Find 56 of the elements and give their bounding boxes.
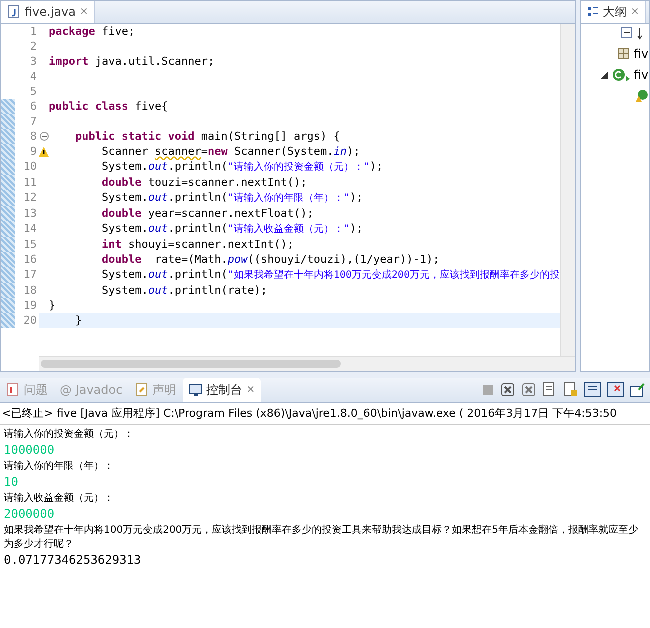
remove-all-icon[interactable] [521, 382, 537, 398]
close-icon[interactable]: ✕ [80, 6, 88, 18]
view-tab[interactable]: 声明 [128, 378, 183, 402]
horizontal-scrollbar[interactable] [39, 356, 575, 371]
code-line: Scanner scanner=new Scanner(System.in); [100, 144, 362, 159]
user-input-text: 2000000 [4, 507, 56, 521]
view-tab[interactable]: 问题 [0, 378, 54, 402]
remove-launch-icon[interactable] [500, 382, 516, 398]
line-number: 20 [15, 313, 39, 328]
code-line: System.out.println("请输入你的投资金额（元）："); [100, 159, 384, 175]
code-line: System.out.println("请输入收益金额（元）："); [100, 221, 364, 237]
console-output: 如果我希望在十年内将100万元变成200万元，应该找到报酬率在多少的投资工具来帮助我达成目标？如果想在5年后本金翻倍，报酬率就应至少为多少才行呢？ [4, 524, 640, 551]
view-tab[interactable]: 控制台 ✕ [182, 378, 262, 402]
code-line: System.out.println(rate); [100, 283, 269, 298]
code-line: System.out.println("如果我希望在十年内将100万元变成200万元，应该找到报酬率在多少的投 [100, 267, 560, 283]
close-icon[interactable]: ✕ [246, 384, 256, 396]
close-icon[interactable]: ✕ [631, 6, 640, 18]
method-icon [635, 89, 649, 103]
user-input-text: 10 [4, 475, 20, 489]
code-line: import java.util.Scanner; [49, 54, 216, 69]
code-line: public static void main(String[] args) { [74, 129, 342, 144]
outline-item[interactable]: fiv [634, 68, 649, 82]
outline-icon [587, 6, 599, 18]
problems-icon [6, 383, 20, 397]
console-header: <已终止> five [Java 应用程序] C:\Program Files (x86)\Java\jre1.8.0_60\bin\javaw.exe ( 2016年3月17日 下午4:53:50 [0, 403, 650, 425]
class-icon [611, 67, 631, 83]
user-input-text: 1000000 [4, 443, 56, 457]
pin-icon[interactable] [630, 382, 646, 398]
scroll-lock-icon[interactable] [563, 382, 579, 398]
imports-icon [617, 47, 631, 61]
show-console-icon[interactable] [584, 382, 602, 398]
code-line: package five; [49, 24, 136, 39]
code-line: double year=scanner.nextFloat(); [100, 206, 315, 221]
code-line: int shouyi=scanner.nextInt(); [100, 237, 296, 252]
console-output: 请输入你的年限（年）： [4, 460, 115, 473]
java-file-icon [7, 5, 21, 19]
code-line: public class five{ [49, 99, 170, 114]
editor-tab[interactable]: five.java ✕ [1, 1, 96, 23]
console-output: 请输入收益金额（元）： [4, 492, 115, 505]
console-output: 0.07177346253629313 [4, 553, 142, 567]
code-line: double rate=(Math.pow((shouyi/touzi),(1/year))-1); [100, 252, 441, 267]
code-line: } [74, 313, 84, 328]
declaration-icon [134, 383, 149, 397]
vertical-scrollbar[interactable] [560, 24, 575, 356]
collapse-icon[interactable] [40, 132, 48, 141]
show-error-console-icon[interactable] [607, 382, 625, 398]
console-icon [188, 383, 203, 397]
outline-item[interactable]: fiv [634, 47, 649, 61]
code-line: } [49, 298, 57, 313]
collapse-all-icon[interactable] [621, 27, 633, 39]
code-line: System.out.println("请输入你的年限（年）："); [100, 190, 364, 206]
expand-icon[interactable] [601, 72, 608, 78]
console-output: 请输入你的投资金额（元）： [4, 428, 135, 441]
view-tab[interactable]: @ Javadoc [54, 378, 129, 402]
code-line: double touzi=scanner.nextInt(); [100, 175, 308, 190]
outline-tab[interactable]: 大纲 ✕ [581, 1, 646, 23]
